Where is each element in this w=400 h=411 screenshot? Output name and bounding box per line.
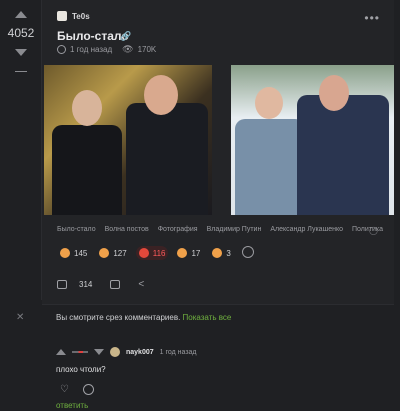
comments-count[interactable]: 314 xyxy=(79,280,92,289)
tag-icon[interactable]: ◯ xyxy=(369,226,378,235)
close-icon[interactable]: ✕ xyxy=(16,312,24,323)
downvote-icon[interactable] xyxy=(15,49,27,56)
reaction-button[interactable]: 3 xyxy=(209,246,233,260)
person-figure xyxy=(126,103,208,215)
tag[interactable]: Фотография xyxy=(158,226,198,233)
author-name[interactable]: Te0s xyxy=(72,12,90,21)
more-dots-icon[interactable]: ••• xyxy=(364,11,380,25)
comment-rating-bar xyxy=(72,351,88,353)
reaction-button[interactable]: 116 xyxy=(135,246,169,260)
reaction-count: 17 xyxy=(191,248,201,258)
person-figure xyxy=(235,119,305,215)
clock-icon xyxy=(57,45,66,54)
reaction-button[interactable]: 127 xyxy=(96,246,129,260)
reactions-bar: 145 127 116 17 3 xyxy=(57,246,254,260)
post-images[interactable] xyxy=(44,65,394,215)
upvote-icon[interactable] xyxy=(15,11,27,18)
post-page: 4052 Te0s ••• Было-стало 🔗 1 год назад 👁… xyxy=(0,0,400,411)
person-figure xyxy=(52,125,122,215)
post-time: 1 год назад xyxy=(70,45,113,54)
emoji-icon xyxy=(99,248,110,258)
post-views: 170K xyxy=(137,45,157,54)
comment-author[interactable]: nayk007 xyxy=(126,349,154,356)
reaction-button[interactable]: 17 xyxy=(174,246,203,260)
person-head xyxy=(144,75,178,115)
eye-icon: 👁 xyxy=(122,44,134,54)
post-card: Te0s ••• Было-стало 🔗 1 год назад 👁 170K xyxy=(42,0,394,305)
comments-slice-note: Вы смотрите срез комментариев. Показать … xyxy=(56,313,231,322)
comment-actions: ♡ xyxy=(60,384,94,395)
person-head xyxy=(319,75,349,111)
slice-text: Вы смотрите срез комментариев. xyxy=(56,313,181,322)
emoji-icon xyxy=(212,248,223,258)
tag[interactable]: Владимир Путин xyxy=(207,226,262,233)
comment-text: плохо чтоли? xyxy=(56,365,106,374)
person-head xyxy=(255,87,283,119)
post-rating: 4052 xyxy=(7,26,35,40)
reaction-count: 127 xyxy=(113,248,127,258)
avatar[interactable] xyxy=(57,11,67,21)
link-icon[interactable]: 🔗 xyxy=(120,31,131,42)
avatar[interactable] xyxy=(110,347,120,357)
tag[interactable]: Волна постов xyxy=(105,226,149,233)
person-figure xyxy=(297,95,389,215)
post-actions: 314 < xyxy=(57,279,144,290)
emoji-icon xyxy=(60,248,70,258)
tag[interactable]: Было-стало xyxy=(57,226,96,233)
add-reaction-icon[interactable] xyxy=(241,246,254,258)
comment-time[interactable]: 1 год назад xyxy=(160,349,197,356)
reaction-count: 116 xyxy=(152,248,166,258)
heart-icon[interactable]: ♡ xyxy=(60,384,69,395)
photo-after[interactable] xyxy=(231,65,394,215)
show-all-link[interactable]: Показать все xyxy=(183,313,232,322)
upvote-icon[interactable] xyxy=(56,349,66,355)
photo-before[interactable] xyxy=(44,65,212,215)
add-reaction-icon[interactable] xyxy=(82,384,94,395)
share-icon[interactable]: < xyxy=(138,279,144,290)
tag[interactable]: Политика xyxy=(352,226,383,233)
comment-header: nayk007 1 год назад xyxy=(56,347,197,357)
divider xyxy=(15,71,27,72)
person-head xyxy=(72,90,102,126)
post-author[interactable]: Te0s xyxy=(57,11,90,21)
post-tags: Было-стало Волна постов Фотография Влади… xyxy=(57,226,383,233)
tag[interactable]: Александр Лукашенко xyxy=(270,226,343,233)
reply-link[interactable]: ответить xyxy=(56,401,88,410)
rating-rail: 4052 xyxy=(0,0,42,300)
post-title[interactable]: Было-стало xyxy=(57,29,129,43)
emoji-icon xyxy=(177,248,188,258)
post-meta: 1 год назад 👁 170K xyxy=(57,44,156,55)
reaction-count: 3 xyxy=(226,248,231,258)
reaction-count: 145 xyxy=(74,248,88,258)
comment-icon[interactable] xyxy=(57,280,67,289)
bookmark-icon[interactable] xyxy=(110,280,121,289)
emoji-icon xyxy=(138,248,149,258)
reaction-button[interactable]: 145 xyxy=(57,246,90,260)
downvote-icon[interactable] xyxy=(94,349,104,355)
